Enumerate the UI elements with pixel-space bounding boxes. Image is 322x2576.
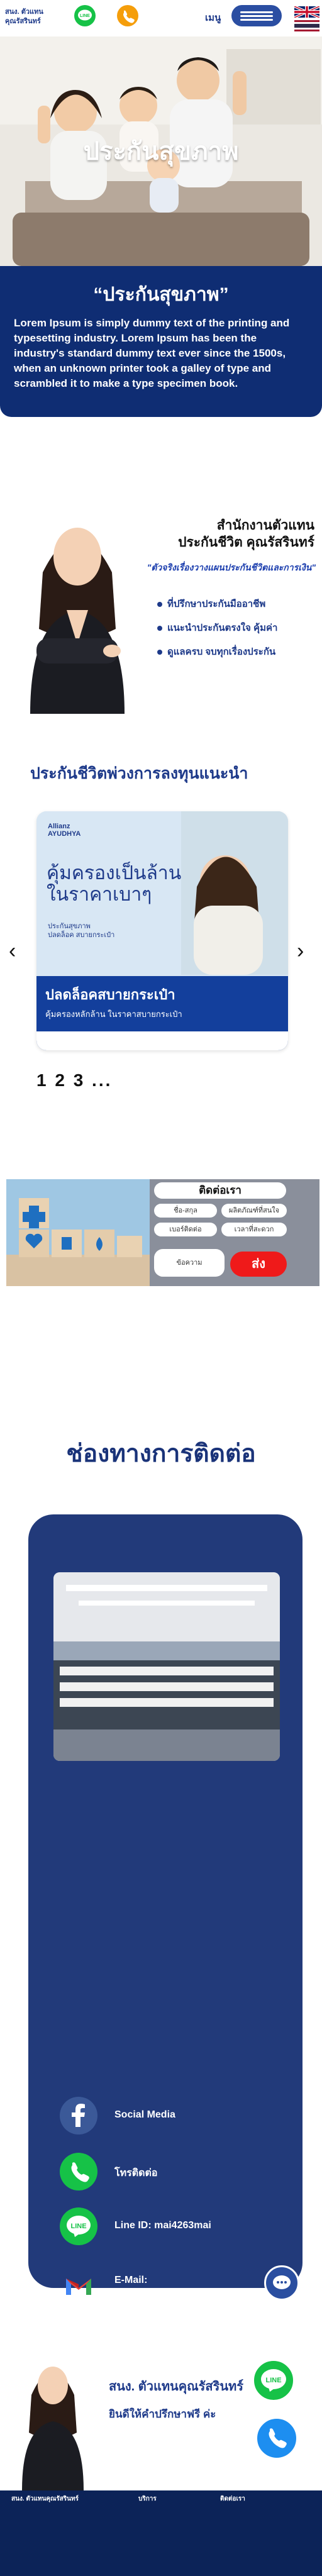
agent-bullet: ที่ปรึกษาประกันมืออาชีพ	[157, 596, 321, 611]
footer-column-services: บริการ	[138, 2496, 233, 2505]
call-label[interactable]: โทรติดต่อ	[114, 2165, 158, 2181]
agent-quote: "ตัวจริงเรื่องวางแผนประกันชีวิตและการเงิ…	[147, 562, 316, 572]
product-card[interactable]: Allianz AYUDHYA คุ้มครองเป็นล้าน ในราคาเ…	[36, 811, 288, 1050]
svg-text:LINE: LINE	[80, 14, 90, 18]
bullet-text: ดูแลครบ จบทุกเรื่องประกัน	[167, 647, 276, 657]
preferred-time-field[interactable]: เวลาที่สะดวก	[221, 1223, 287, 1236]
card-sub-2: ปลดล็อค สบายกระเป๋า	[48, 931, 115, 939]
group-event-photo	[53, 1572, 280, 1761]
social-media-label[interactable]: Social Media	[114, 2109, 175, 2121]
site-logo[interactable]: สนง. ตัวแทน คุณรัสรินทร์	[5, 8, 62, 26]
footer-column-about: สนง. ตัวแทนคุณรัสรินทร์	[11, 2496, 106, 2505]
logo-line-2: คุณรัสรินทร์	[5, 18, 41, 25]
menu-bar	[240, 15, 273, 17]
gmail-icon[interactable]	[60, 2267, 97, 2305]
card-headline-1: คุ้มครองเป็นล้าน	[47, 863, 182, 884]
bullet-text: ที่ปรึกษาประกันมืออาชีพ	[167, 599, 266, 609]
hamburger-menu-button[interactable]	[231, 5, 282, 26]
email-label: E-Mail:	[114, 2275, 148, 2285]
bottom-office-name: สนง. ตัวแทนคุณรัสรินทร์	[109, 2380, 243, 2394]
bullet-dot	[157, 650, 162, 655]
english-flag-icon[interactable]	[294, 6, 319, 18]
bullet-text: แนะนำประกันตรงใจ คุ้มค่า	[167, 623, 278, 633]
menu-label: เมนู	[205, 13, 221, 23]
footer-col-title: ติดต่อเรา	[220, 2496, 245, 2502]
chat-glyph	[273, 2275, 291, 2289]
agent-photo	[18, 497, 137, 714]
agent-office-title: สำนักงานตัวแทน ประกันชีวิต คุณรัสรินทร์	[126, 517, 314, 551]
message-field[interactable]: ข้อความ	[154, 1249, 225, 1277]
phone-glyph	[71, 2162, 89, 2182]
card-sub-1: ประกันสุขภาพ	[48, 923, 91, 930]
name-field[interactable]: ชื่อ-สกุล	[154, 1204, 217, 1218]
line-glyph: LINE	[67, 2216, 91, 2237]
send-button[interactable]: ส่ง	[230, 1252, 287, 1277]
phone-header-button[interactable]	[117, 5, 138, 26]
hero-title-box: ประกันสุขภาพ	[0, 129, 322, 173]
hero-banner: “ประกันสุขภาพ” Lorem Ipsum is simply dum…	[0, 266, 322, 417]
menu-bar	[240, 11, 273, 13]
line-icon: LINE	[78, 9, 92, 21]
chat-bubble-icon[interactable]	[264, 2265, 299, 2301]
brand-top: Allianz	[48, 823, 70, 830]
line-floating-button[interactable]: LINE	[252, 2358, 296, 2402]
facebook-glyph	[72, 2104, 85, 2127]
channels-title: ช่องทางการติดต่อ	[66, 1440, 256, 1467]
line-id-label[interactable]: Line ID: mai4263mai	[114, 2220, 211, 2231]
card-headline-2: ในราคาเบาๆ	[47, 884, 152, 905]
bottom-tagline: ยินดีให้คำปรึกษาฟรี ค่ะ	[109, 2408, 216, 2420]
carousel-next-arrow-icon[interactable]: ›	[297, 939, 304, 963]
agent-bullet: ดูแลครบ จบทุกเรื่องประกัน	[157, 644, 321, 659]
footer-col-title: สนง. ตัวแทนคุณรัสรินทร์	[11, 2496, 79, 2502]
gmail-glyph	[66, 2279, 91, 2295]
svg-text:LINE: LINE	[265, 2377, 281, 2384]
phone-icon[interactable]	[60, 2153, 97, 2190]
products-section-title: ประกันชีวิตพ่วงการลงทุนแนะนำ	[30, 765, 248, 782]
agent-bullet: แนะนำประกันตรงใจ คุ้มค่า	[157, 620, 321, 635]
line-icon: LINE	[261, 2369, 286, 2392]
email-address[interactable]: ratsarin.maimai@gmail.com	[114, 2288, 248, 2299]
line-icon[interactable]: LINE	[60, 2207, 97, 2245]
thai-flag-icon[interactable]	[294, 20, 319, 31]
banner-title: “ประกันสุขภาพ”	[93, 284, 229, 305]
card-product-desc: คุ้มครองหลักล้าน ในราคาสบายกระเป๋า	[45, 1009, 182, 1019]
phone-floating-button[interactable]	[255, 2416, 299, 2460]
phone-icon	[269, 2428, 287, 2448]
logo-line-1: สนง. ตัวแทน	[5, 8, 43, 16]
phone-icon	[123, 10, 135, 23]
bullet-dot	[157, 602, 162, 608]
product-interest-field[interactable]: ผลิตภัณฑ์ที่สนใจ	[221, 1204, 287, 1218]
facebook-icon[interactable]	[60, 2097, 97, 2135]
menu-bar	[240, 19, 273, 21]
agent-office-line-2: ประกันชีวิต คุณรัสรินทร์	[178, 535, 314, 550]
svg-text:LINE: LINE	[70, 2223, 86, 2230]
carousel-prev-arrow-icon[interactable]: ‹	[9, 939, 16, 963]
card-headline: คุ้มครองเป็นล้าน ในราคาเบาๆ	[47, 863, 181, 906]
hero-title: ประกันสุขภาพ	[83, 138, 239, 165]
allianz-logo: Allianz AYUDHYA	[48, 823, 80, 838]
agent-portrait	[18, 497, 137, 714]
card-product-name: ปลดล็อคสบายกระเป๋า	[45, 987, 175, 1002]
carousel-pager[interactable]: 1 2 3 ...	[36, 1070, 112, 1091]
footer-col-title: บริการ	[138, 2496, 157, 2502]
footer-column-contact: ติดต่อเรา	[220, 2496, 314, 2505]
phone-field[interactable]: เบอร์ติดต่อ	[154, 1223, 217, 1236]
agent-portrait-small	[16, 2345, 90, 2490]
contact-form-heading: ติดต่อเรา	[154, 1182, 286, 1199]
banner-text: Lorem Ipsum is simply dummy text of the …	[14, 317, 290, 389]
agent-office-line-1: สำนักงานตัวแทน	[216, 518, 314, 533]
line-header-button[interactable]: LINE	[74, 5, 96, 26]
card-sub: ประกันสุขภาพ ปลดล็อค สบายกระเป๋า	[48, 922, 114, 940]
event-photo	[53, 1572, 280, 1761]
bullet-dot	[157, 626, 162, 631]
bottom-agent-photo	[16, 2345, 90, 2490]
brand-bottom: AYUDHYA	[48, 830, 81, 838]
insurance-blocks-image	[6, 1179, 150, 1286]
